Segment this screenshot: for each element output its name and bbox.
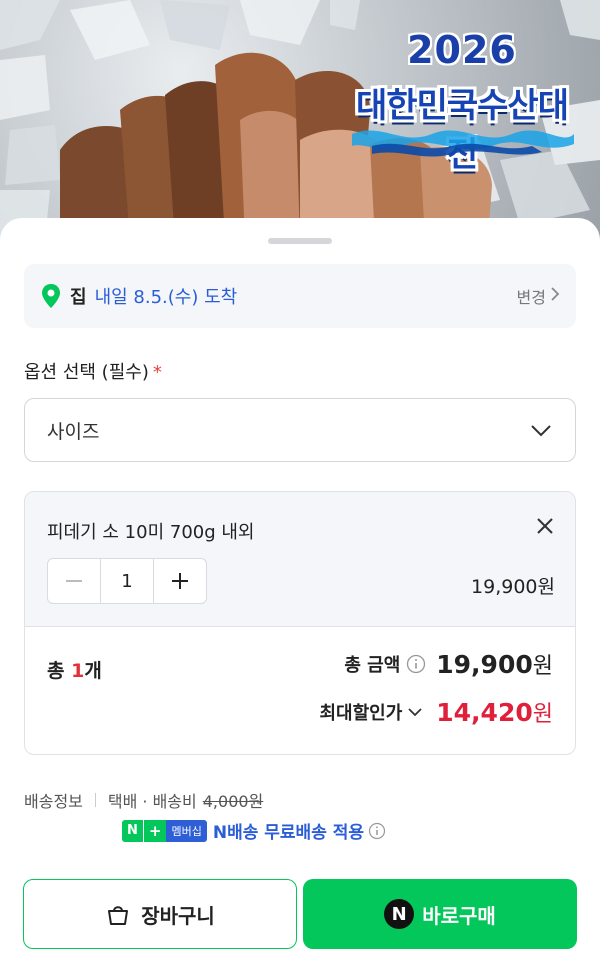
change-address-label: 변경 [516,288,546,307]
buy-now-label: 바로구매 [422,903,496,928]
buy-now-button[interactable]: N 바로구매 [303,879,577,949]
wave-icon [352,130,574,157]
chevron-right-icon [550,286,560,306]
option-label-text: 옵션 선택 (필수) [24,362,149,383]
badge-n: N [122,819,143,842]
total-count-number: 1 [71,660,85,682]
total-count-suffix: 개 [84,660,102,682]
fisheries-festival-logo: 2026 대한민국수산대전 [342,22,582,175]
product-hero-image: 2026 대한민국수산대전 [0,0,600,240]
shipping-info-title: 배송정보 [24,792,83,811]
size-select-dropdown[interactable]: 사이즈 [24,398,576,462]
selected-item-price: 19,900원 [471,576,555,598]
total-amount-value: 19,900원 [436,648,553,680]
option-select-label: 옵션 선택 (필수) * [24,358,162,384]
max-discount-label: 최대할인가 [319,703,403,724]
change-address-button[interactable]: 변경 [517,284,560,308]
total-amount-row: 총 금액 19,900원 [344,648,553,680]
quantity-decrease-button[interactable] [48,559,100,603]
total-count-prefix: 총 [47,660,72,682]
shipping-divider [94,793,96,807]
shipping-old-fee: 4,000원 [202,792,264,811]
add-to-cart-button[interactable]: 장바구니 [23,879,297,949]
shipping-method: 택배 · 배송비 [107,792,197,811]
required-mark: * [152,362,162,383]
sheet-drag-handle[interactable] [268,238,332,244]
naver-pay-icon: N [384,899,415,929]
naver-plus-membership-badge: N + 멤버십 [122,819,207,842]
selected-item-name: 피데기 소 10미 700g 내외 [47,522,255,543]
max-discount-value: 14,420원 [436,696,553,728]
size-select-value: 사이즈 [47,420,100,443]
badge-plus: + [142,819,167,842]
quantity-stepper: 1 [47,558,207,604]
location-pin-icon [40,283,62,309]
max-discount-row[interactable]: 최대할인가 14,420원 [319,696,553,728]
shopping-bag-icon [105,901,131,927]
max-discount-number: 14,420 [436,698,533,727]
selected-item-row: 피데기 소 10미 700g 내외 1 19,900원 [25,492,575,627]
option-bottom-sheet: 집 내일 8.5.(수) 도착 변경 옵션 선택 (필수) * 사이즈 피데기 소… [0,218,600,960]
badge-membership: 멤버십 [166,819,207,842]
total-amount-label: 총 금액 [344,655,401,676]
delivery-info-bar: 집 내일 8.5.(수) 도착 변경 [24,264,576,328]
total-amount-unit: 원 [532,654,553,679]
remove-item-close-icon[interactable] [533,514,557,538]
membership-free-shipping-text: N배송 무료배송 적용 [212,823,365,843]
add-to-cart-label: 장바구니 [141,903,215,928]
total-count: 총 1개 [47,656,102,683]
delivery-place: 집 [70,287,87,308]
shipping-info-row: 배송정보 택배 · 배송비 4,000원 [24,788,263,812]
chevron-down-icon [529,418,553,442]
max-discount-unit: 원 [532,702,553,727]
selected-items-box: 피데기 소 10미 700g 내외 1 19,900원 총 1개 총 금액 19… [24,491,576,755]
info-icon[interactable] [406,654,426,674]
membership-shipping-row: N + 멤버십 N배송 무료배송 적용 [122,818,386,843]
chevron-down-icon [406,703,424,721]
minus-icon [66,580,82,582]
total-amount-number: 19,900 [436,650,533,679]
info-icon[interactable] [368,822,386,840]
quantity-value[interactable]: 1 [100,559,154,603]
quantity-increase-button[interactable] [154,559,206,603]
plus-icon [172,573,188,589]
delivery-date: 내일 8.5.(수) 도착 [94,287,238,308]
